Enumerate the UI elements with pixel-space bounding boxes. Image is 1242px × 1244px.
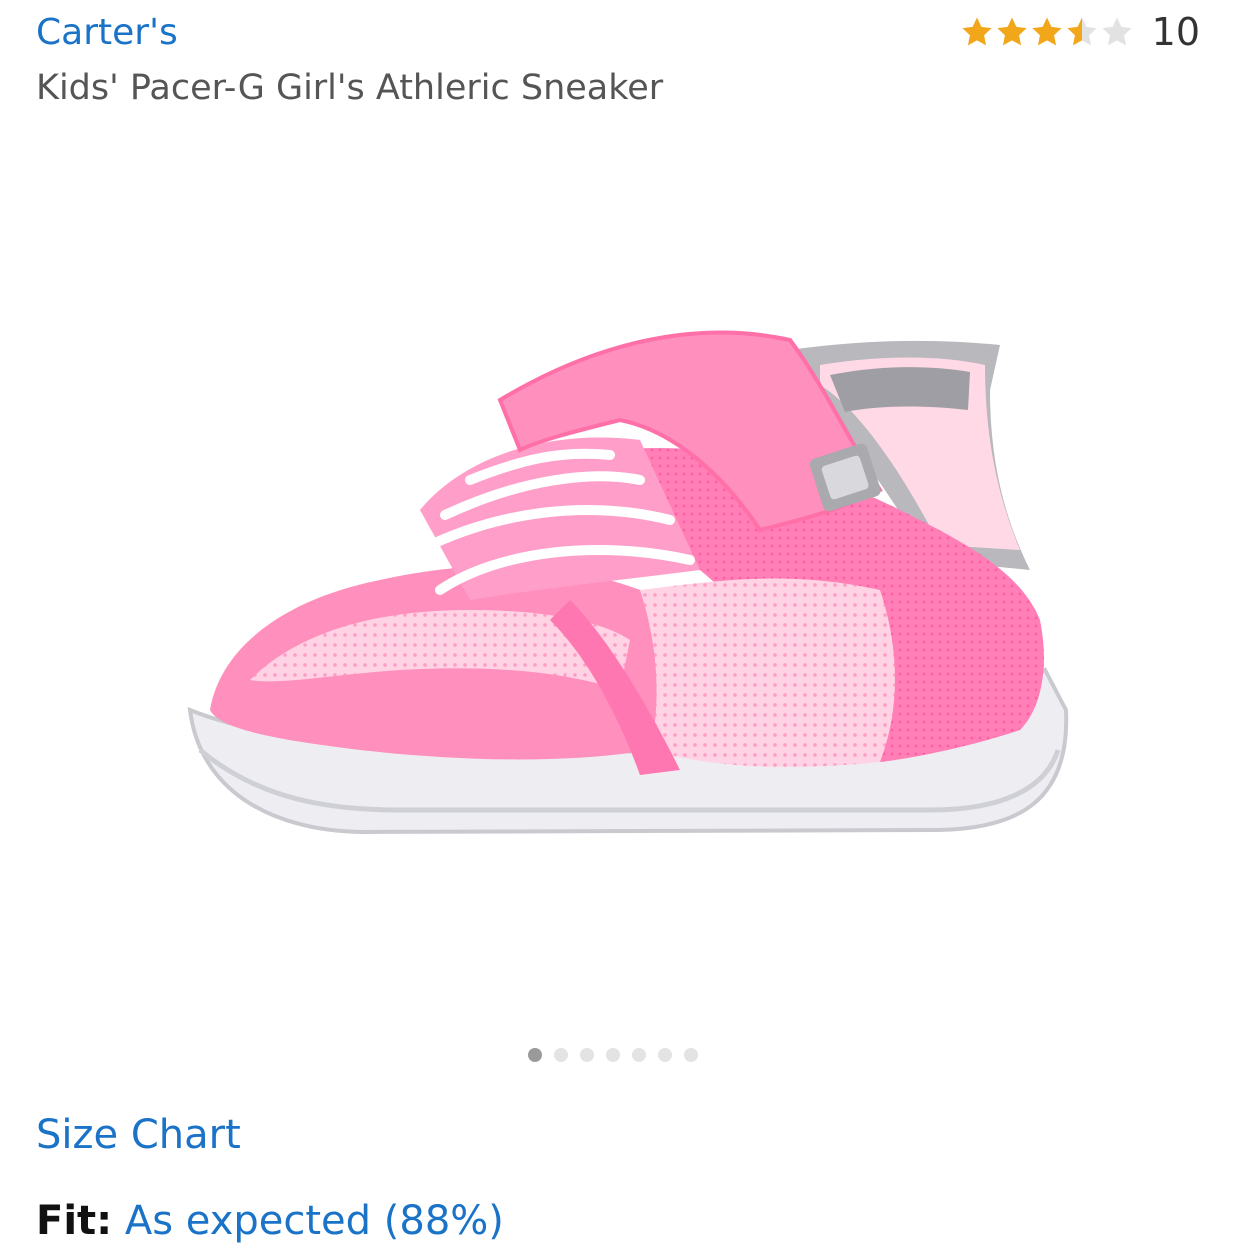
pagination-dot[interactable] xyxy=(606,1048,620,1062)
pagination-dot[interactable] xyxy=(528,1048,542,1062)
review-count[interactable]: 10 xyxy=(1152,10,1200,54)
product-image[interactable] xyxy=(0,150,1242,1040)
sneaker-image xyxy=(187,330,1069,835)
pagination-dot[interactable] xyxy=(554,1048,568,1062)
pagination-dot[interactable] xyxy=(658,1048,672,1062)
fit-value-link[interactable]: As expected (88%) xyxy=(125,1198,504,1244)
star-icon xyxy=(962,17,992,46)
star-half-icon xyxy=(1067,17,1097,46)
pagination-dot[interactable] xyxy=(580,1048,594,1062)
star-empty-icon xyxy=(1102,17,1132,46)
image-pagination[interactable] xyxy=(528,1048,698,1062)
fit-label: Fit: xyxy=(36,1198,113,1244)
pagination-dot[interactable] xyxy=(632,1048,646,1062)
size-chart-link[interactable]: Size Chart xyxy=(36,1112,241,1158)
star-icon xyxy=(1032,17,1062,46)
star-icon xyxy=(997,17,1027,46)
star-rating xyxy=(960,15,1134,49)
brand-link[interactable]: Carter's xyxy=(36,12,178,53)
pagination-dot[interactable] xyxy=(684,1048,698,1062)
rating-summary[interactable]: 10 xyxy=(960,10,1200,54)
product-title: Kids' Pacer-G Girl's Athleric Sneaker xyxy=(36,68,664,108)
fit-summary: Fit: As expected (88%) xyxy=(36,1198,504,1244)
